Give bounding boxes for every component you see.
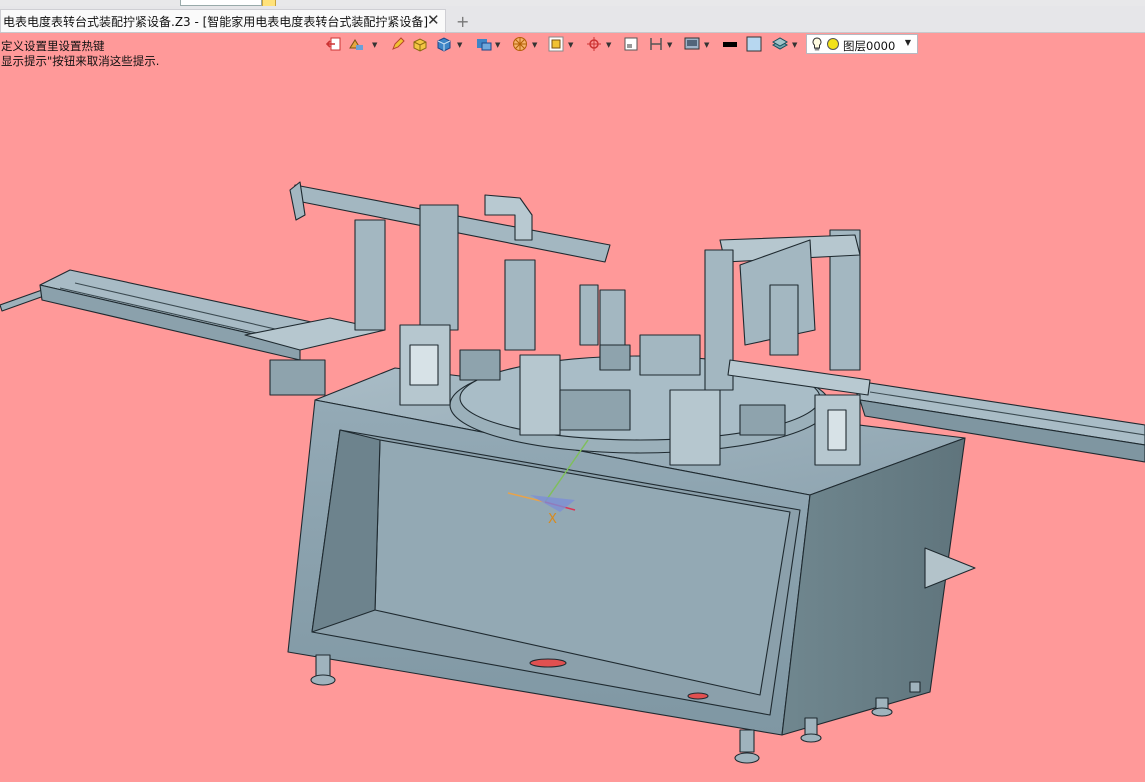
bulb-icon[interactable] [811, 37, 823, 52]
chevron-down-icon[interactable]: ▼ [704, 41, 709, 49]
pan-icon [587, 37, 601, 51]
frame-button[interactable] [623, 36, 639, 54]
hint-line-1: 定义设置里设置热键 [1, 39, 105, 53]
section-icon [513, 37, 527, 51]
chevron-down-icon[interactable]: ▼ [606, 41, 611, 49]
layer-name: 图层0000 [843, 39, 896, 53]
chevron-down-icon[interactable]: ▼ [792, 41, 797, 49]
zoom-fit-button[interactable] [548, 36, 564, 54]
chevron-down-icon[interactable]: ▼ [568, 41, 573, 49]
line-color-icon [723, 42, 737, 47]
exit-view-button[interactable] [326, 36, 342, 54]
cube-icon [437, 37, 451, 52]
cube-button[interactable] [436, 36, 452, 54]
chevron-down-icon[interactable]: ▼ [667, 41, 672, 49]
section-button[interactable] [512, 36, 528, 54]
line-color-button[interactable] [722, 36, 738, 54]
view-toolbar: ▼ ▼ ▼ ▼ ▼ ▼ ▼ ▼ ▼ 图层0000 ▼ [326, 34, 921, 56]
zoom-fit-icon [548, 36, 564, 52]
document-tab[interactable]: 电表电度表转台式装配拧紧设备.Z3 - [智能家用电表电度表转台式装配拧紧设备]… [0, 9, 446, 32]
shaded-box-button[interactable] [412, 36, 428, 54]
view-orient-icon [477, 39, 492, 51]
measure-icon [650, 38, 662, 50]
document-tab-bar: 电表电度表转台式装配拧紧设备.Z3 - [智能家用电表电度表转台式装配拧紧设备]… [0, 6, 1145, 33]
chevron-down-icon[interactable]: ▼ [457, 41, 462, 49]
chevron-down-icon[interactable]: ▼ [495, 41, 500, 49]
fill-color-button[interactable] [746, 36, 762, 54]
shaded-box-icon [413, 38, 427, 52]
exit-view-icon [326, 37, 341, 51]
chevron-down-icon[interactable]: ▼ [372, 41, 377, 49]
chevron-down-icon[interactable]: ▼ [532, 41, 537, 49]
left-conveyor [0, 269, 386, 361]
measure-button[interactable] [648, 36, 664, 54]
triad-x-label: X [548, 512, 557, 527]
layers-button[interactable] [772, 36, 788, 54]
pencil-icon [392, 37, 405, 50]
display-style-icon [349, 39, 363, 50]
pencil-button[interactable] [390, 36, 406, 54]
3d-viewport[interactable]: X [0, 56, 1145, 782]
layer-selector[interactable]: 图层0000 ▼ [806, 34, 918, 54]
chevron-down-icon[interactable]: ▼ [905, 38, 911, 47]
pan-button[interactable] [586, 36, 602, 54]
layer-color-swatch[interactable] [827, 38, 839, 50]
display-style-button[interactable] [348, 36, 364, 54]
view-orient-button[interactable] [476, 36, 492, 54]
document-tab-title: 电表电度表转台式装配拧紧设备.Z3 - [智能家用电表电度表转台式装配拧紧设备] [3, 15, 428, 29]
close-icon[interactable]: ✕ [427, 11, 440, 29]
layers-icon [772, 37, 788, 50]
add-tab-icon[interactable]: + [456, 14, 469, 30]
screen-icon [684, 37, 700, 50]
fill-color-icon [746, 36, 762, 52]
frame-icon [624, 37, 638, 51]
screen-button[interactable] [684, 36, 700, 54]
